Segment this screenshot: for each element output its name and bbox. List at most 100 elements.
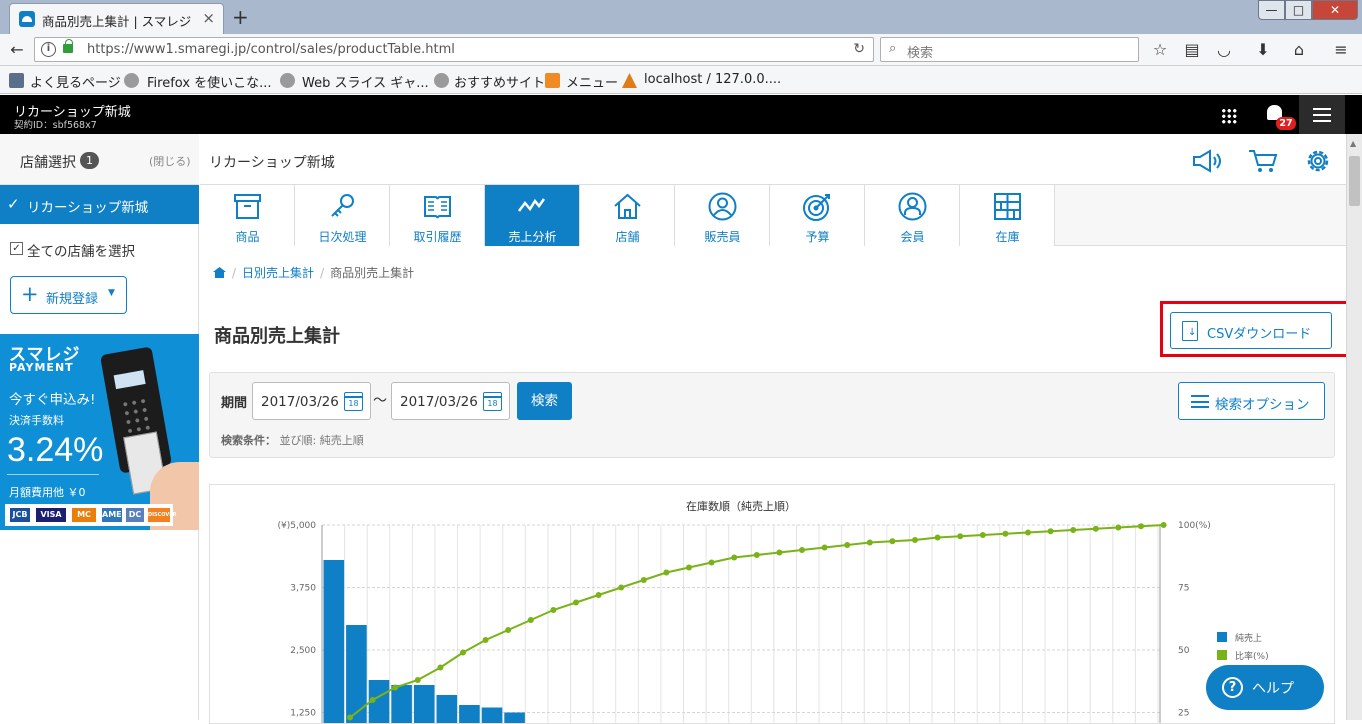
- tab-budget[interactable]: 予算: [770, 185, 865, 246]
- tab-daily-process[interactable]: 日次処理: [295, 185, 390, 246]
- scroll-up-arrow-icon[interactable]: ▲: [1350, 139, 1356, 148]
- condition-label: 検索条件：: [221, 434, 276, 447]
- line-ratio-point: [550, 607, 556, 613]
- bookmark-item[interactable]: メニュー: [566, 72, 618, 91]
- reading-list-icon[interactable]: ▤: [1181, 39, 1203, 61]
- date-from-input[interactable]: 2017/03/26 18: [252, 382, 371, 420]
- calendar-icon[interactable]: 18: [344, 392, 363, 411]
- tab-label: 販売員: [675, 228, 770, 245]
- plus-icon: +: [21, 282, 39, 306]
- jcb-logo-icon: JCB: [10, 508, 30, 522]
- bookmark-item[interactable]: Firefox を使いこな...: [147, 72, 272, 91]
- browser-search-input[interactable]: ⌕ 検索: [880, 37, 1139, 62]
- line-ratio-point: [912, 537, 918, 543]
- reload-icon[interactable]: ↻: [853, 41, 865, 57]
- bookmark-item[interactable]: localhost / 127.0.0....: [644, 72, 781, 87]
- tab-transactions[interactable]: 取引履歴: [390, 185, 485, 246]
- banner-fee-label: 決済手数料: [9, 412, 64, 428]
- browser-tab[interactable]: 商品別売上集計 | スマレジ ×: [9, 3, 224, 34]
- tab-stores[interactable]: 店舗: [580, 185, 675, 246]
- y-right-tick-label: 25: [1178, 709, 1189, 719]
- main-navigation-tabs: 商品 日次処理 取引履歴 売上分析 店舗 販売員 予算 会員: [200, 184, 1346, 246]
- legend-swatch-ratio: [1217, 650, 1227, 660]
- calendar-icon[interactable]: 18: [483, 392, 502, 411]
- new-tab-button[interactable]: +: [232, 5, 249, 29]
- sidebar-item-active-store[interactable]: ✓ リカーショップ新城: [0, 185, 199, 224]
- discover-logo-icon: DISCOVER: [148, 508, 170, 522]
- line-ratio-point: [370, 697, 376, 703]
- line-ratio-point: [1048, 528, 1054, 534]
- line-ratio-point: [460, 650, 466, 656]
- page-scrollbar[interactable]: ▲: [1346, 134, 1362, 720]
- breadcrumb-link-daily-sales[interactable]: 日別売上集計: [242, 266, 314, 280]
- help-button[interactable]: ? ヘルプ: [1206, 665, 1324, 710]
- home-icon[interactable]: [213, 267, 226, 278]
- download-icon[interactable]: ⬇: [1252, 39, 1274, 61]
- pocket-icon[interactable]: ◡: [1213, 39, 1235, 61]
- tab-inventory[interactable]: 在庫: [960, 185, 1055, 246]
- browser-tab-bar: 商品別売上集計 | スマレジ × + — □ ✕: [0, 0, 1362, 34]
- select-all-checkbox[interactable]: ✓: [10, 242, 23, 255]
- bookmark-item[interactable]: おすすめサイト: [454, 72, 545, 91]
- store-count-badge: 1: [80, 152, 99, 169]
- sales-chart-panel: 在庫数順（純売上順）(¥)5,000100(%)3,750752,500501,…: [209, 484, 1335, 724]
- banner-monthly-fee: 月額費用他 ￥0: [9, 484, 86, 500]
- tab-members[interactable]: 会員: [865, 185, 960, 246]
- window-minimize-button[interactable]: —: [1258, 0, 1285, 20]
- line-ratio-point: [528, 617, 534, 623]
- window-close-button[interactable]: ✕: [1312, 0, 1358, 20]
- close-store-select-link[interactable]: (閉じる): [149, 153, 191, 169]
- app-header: リカーショップ新城 契約ID：sbf568x7 27: [0, 95, 1362, 134]
- page-title: 商品別売上集計: [214, 322, 340, 348]
- tab-products[interactable]: 商品: [200, 185, 295, 246]
- tab-label: 売上分析: [485, 228, 580, 245]
- url-bar[interactable]: i https://www1.smaregi.jp/control/sales/…: [34, 37, 874, 62]
- check-icon: ✓: [7, 195, 20, 213]
- smaregi-payment-banner[interactable]: スマレジ PAYMENT 今すぐ申込み! 決済手数料 3.24% 月額費用他 ￥…: [0, 334, 199, 530]
- search-button[interactable]: 検索: [517, 382, 572, 420]
- main-content: リカーショップ新城 商品 日次処理 取引履歴 売上分析 店舗: [200, 134, 1346, 720]
- cart-icon[interactable]: [1248, 148, 1278, 174]
- tab-label: 在庫: [960, 228, 1055, 245]
- list-icon: [1191, 395, 1209, 408]
- search-conditions: 検索条件： 並び順: 純売上順: [221, 432, 364, 448]
- scroll-thumb[interactable]: [1349, 156, 1360, 206]
- close-tab-icon[interactable]: ×: [202, 9, 215, 27]
- tab-label: 会員: [865, 228, 960, 245]
- banner-product: PAYMENT: [9, 361, 74, 374]
- line-ratio-point: [483, 637, 489, 643]
- tab-sales-analysis[interactable]: 売上分析: [485, 185, 580, 246]
- url-text[interactable]: https://www1.smaregi.jp/control/sales/pr…: [87, 42, 455, 57]
- line-ratio-point: [437, 665, 443, 671]
- apps-grid-icon[interactable]: [1221, 108, 1237, 124]
- line-ratio-point: [709, 560, 715, 566]
- lock-icon: [63, 44, 73, 53]
- tab-staff[interactable]: 販売員: [675, 185, 770, 246]
- new-register-button[interactable]: + 新規登録▼: [10, 276, 127, 314]
- line-ratio-point: [867, 540, 873, 546]
- bookmark-item[interactable]: よく見るページ: [30, 72, 121, 91]
- search-options-button[interactable]: 検索オプション: [1178, 382, 1325, 420]
- window-maximize-button[interactable]: □: [1285, 0, 1312, 20]
- home-icon[interactable]: ⌂: [1288, 39, 1310, 61]
- tab-label: 予算: [770, 228, 865, 245]
- menu-button[interactable]: [1299, 95, 1345, 134]
- new-register-label: 新規登録: [46, 288, 98, 307]
- back-arrow-icon[interactable]: ←: [6, 39, 28, 61]
- smaregi-favicon-icon: [19, 11, 35, 27]
- gear-icon[interactable]: [1304, 147, 1332, 175]
- period-label: 期間: [221, 392, 247, 411]
- pareto-chart: 在庫数順（純売上順）(¥)5,000100(%)3,750752,500501,…: [210, 485, 1335, 724]
- megaphone-icon[interactable]: [1192, 148, 1224, 174]
- info-icon[interactable]: i: [41, 42, 56, 57]
- star-icon[interactable]: ☆: [1149, 39, 1171, 61]
- box-icon: [232, 191, 263, 222]
- csv-download-button[interactable]: CSVダウンロード: [1170, 312, 1332, 349]
- help-label: ヘルプ: [1252, 678, 1294, 698]
- line-ratio-point: [505, 627, 511, 633]
- tab-label: 取引履歴: [390, 228, 485, 245]
- shelves-icon: [992, 191, 1023, 222]
- bookmark-item[interactable]: Web スライス ギャ...: [302, 72, 429, 91]
- date-to-input[interactable]: 2017/03/26 18: [391, 382, 510, 420]
- hamburger-menu-icon[interactable]: ≡: [1330, 39, 1352, 61]
